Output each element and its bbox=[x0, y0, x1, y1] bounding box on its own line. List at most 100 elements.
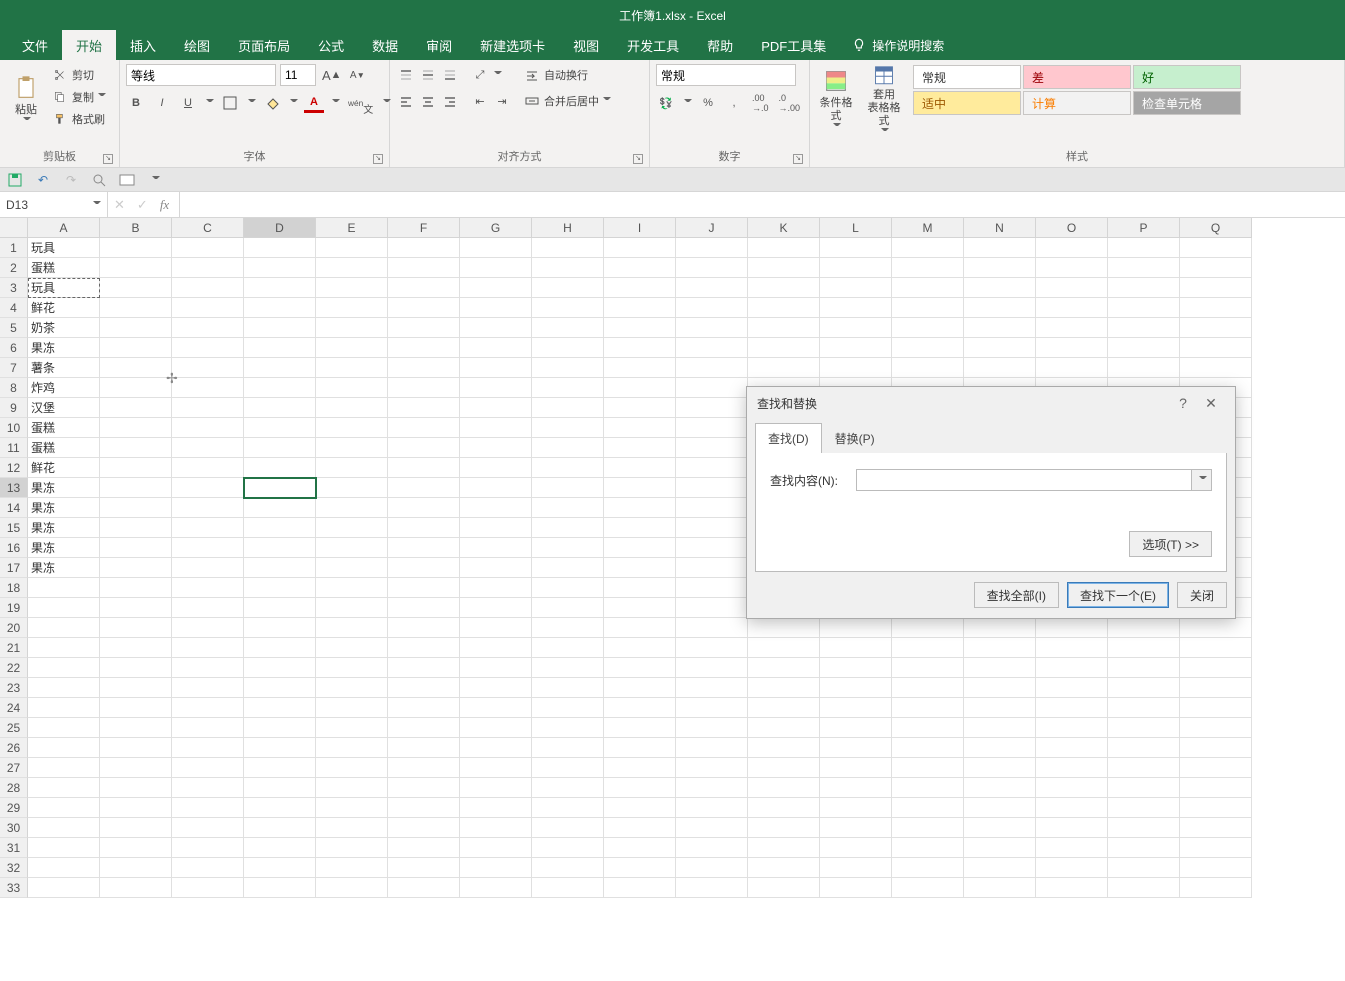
cell[interactable] bbox=[316, 618, 388, 638]
cell[interactable] bbox=[892, 318, 964, 338]
cell[interactable] bbox=[676, 698, 748, 718]
cell[interactable] bbox=[748, 778, 820, 798]
cell[interactable] bbox=[316, 458, 388, 478]
cell[interactable] bbox=[676, 378, 748, 398]
row-header[interactable]: 21 bbox=[0, 638, 28, 658]
fx-icon[interactable]: fx bbox=[160, 197, 169, 213]
cell[interactable] bbox=[316, 598, 388, 618]
cell[interactable] bbox=[964, 638, 1036, 658]
cell[interactable] bbox=[100, 838, 172, 858]
cell[interactable]: 果冻 bbox=[28, 478, 100, 498]
row-header[interactable]: 13 bbox=[0, 478, 28, 498]
cell[interactable] bbox=[460, 418, 532, 438]
cell[interactable] bbox=[820, 758, 892, 778]
cell[interactable] bbox=[1036, 858, 1108, 878]
cell[interactable] bbox=[316, 758, 388, 778]
cell[interactable] bbox=[604, 838, 676, 858]
dialog-launcher[interactable]: ↘ bbox=[633, 154, 643, 164]
row-header[interactable]: 25 bbox=[0, 718, 28, 738]
cell[interactable] bbox=[748, 738, 820, 758]
cell[interactable] bbox=[1108, 798, 1180, 818]
cell[interactable] bbox=[460, 658, 532, 678]
row-header[interactable]: 4 bbox=[0, 298, 28, 318]
tab-custom[interactable]: 新建选项卡 bbox=[466, 30, 559, 60]
cell[interactable] bbox=[1036, 838, 1108, 858]
cell[interactable] bbox=[100, 358, 172, 378]
cell[interactable] bbox=[604, 318, 676, 338]
align-middle-button[interactable] bbox=[418, 65, 438, 85]
cell[interactable] bbox=[532, 598, 604, 618]
cell[interactable] bbox=[820, 258, 892, 278]
cell[interactable] bbox=[532, 298, 604, 318]
decrease-font-button[interactable]: A▼ bbox=[347, 65, 367, 85]
cell[interactable] bbox=[388, 738, 460, 758]
cell[interactable] bbox=[244, 318, 316, 338]
dialog-launcher[interactable]: ↘ bbox=[793, 154, 803, 164]
cell[interactable] bbox=[388, 398, 460, 418]
cell[interactable] bbox=[388, 638, 460, 658]
cell[interactable] bbox=[28, 778, 100, 798]
increase-font-button[interactable]: A▲ bbox=[320, 65, 343, 85]
cell[interactable] bbox=[892, 698, 964, 718]
row-header[interactable]: 8 bbox=[0, 378, 28, 398]
copy-button[interactable] bbox=[50, 87, 70, 107]
cell[interactable] bbox=[892, 858, 964, 878]
cell[interactable] bbox=[172, 798, 244, 818]
cell[interactable] bbox=[100, 478, 172, 498]
cell[interactable] bbox=[460, 698, 532, 718]
cell[interactable]: 果冻 bbox=[28, 338, 100, 358]
cell[interactable] bbox=[532, 858, 604, 878]
undo-button[interactable]: ↶ bbox=[34, 171, 52, 189]
cell[interactable] bbox=[172, 318, 244, 338]
row-header[interactable]: 24 bbox=[0, 698, 28, 718]
cell[interactable]: 汉堡 bbox=[28, 398, 100, 418]
cell[interactable] bbox=[748, 618, 820, 638]
cell[interactable] bbox=[1108, 318, 1180, 338]
cell[interactable] bbox=[532, 558, 604, 578]
column-header[interactable]: P bbox=[1108, 218, 1180, 238]
cell[interactable] bbox=[460, 238, 532, 258]
cell[interactable] bbox=[388, 538, 460, 558]
cell[interactable] bbox=[532, 678, 604, 698]
cell[interactable] bbox=[316, 338, 388, 358]
cell[interactable] bbox=[316, 318, 388, 338]
cell[interactable]: 薯条 bbox=[28, 358, 100, 378]
cell[interactable] bbox=[316, 478, 388, 498]
cell[interactable] bbox=[676, 678, 748, 698]
cell[interactable] bbox=[244, 458, 316, 478]
cell[interactable] bbox=[1180, 338, 1252, 358]
cell[interactable] bbox=[676, 338, 748, 358]
cell[interactable] bbox=[892, 358, 964, 378]
cell[interactable] bbox=[388, 558, 460, 578]
percent-button[interactable]: % bbox=[698, 93, 718, 113]
cell[interactable] bbox=[172, 598, 244, 618]
cell[interactable] bbox=[172, 738, 244, 758]
cell[interactable] bbox=[100, 578, 172, 598]
cell[interactable] bbox=[100, 658, 172, 678]
row-header[interactable]: 12 bbox=[0, 458, 28, 478]
cell[interactable] bbox=[532, 618, 604, 638]
cell[interactable] bbox=[100, 418, 172, 438]
cell[interactable] bbox=[820, 238, 892, 258]
cell[interactable] bbox=[820, 298, 892, 318]
cell[interactable] bbox=[676, 398, 748, 418]
tab-draw[interactable]: 绘图 bbox=[170, 30, 224, 60]
cell[interactable] bbox=[964, 738, 1036, 758]
cell[interactable] bbox=[388, 498, 460, 518]
cell[interactable] bbox=[316, 678, 388, 698]
cell[interactable] bbox=[1108, 358, 1180, 378]
cell[interactable] bbox=[1180, 698, 1252, 718]
cell[interactable] bbox=[820, 618, 892, 638]
cell[interactable] bbox=[244, 238, 316, 258]
cell[interactable] bbox=[28, 618, 100, 638]
cell[interactable] bbox=[460, 878, 532, 898]
cell[interactable] bbox=[964, 298, 1036, 318]
cell[interactable] bbox=[100, 338, 172, 358]
cell[interactable] bbox=[172, 818, 244, 838]
cell[interactable] bbox=[892, 658, 964, 678]
cell[interactable] bbox=[460, 738, 532, 758]
decrease-decimal-button[interactable]: .0→.00 bbox=[777, 93, 803, 113]
cell[interactable] bbox=[244, 338, 316, 358]
cell[interactable] bbox=[676, 358, 748, 378]
cell[interactable] bbox=[316, 438, 388, 458]
